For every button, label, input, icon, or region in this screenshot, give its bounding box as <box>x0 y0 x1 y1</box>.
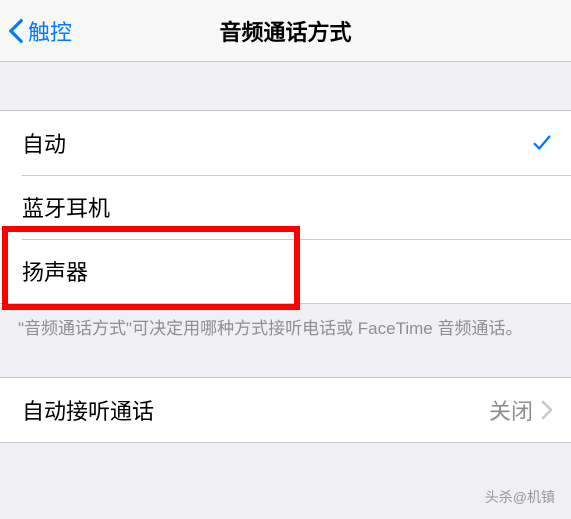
header-bar: 触控 音频通话方式 <box>0 0 571 62</box>
option-bluetooth[interactable]: 蓝牙耳机 <box>0 175 571 239</box>
option-label: 蓝牙耳机 <box>22 191 110 223</box>
checkmark-icon <box>531 132 553 154</box>
option-auto[interactable]: 自动 <box>0 111 571 175</box>
watermark-text: 头杀@机镇 <box>485 487 555 507</box>
audio-routing-section: 自动 蓝牙耳机 扬声器 <box>0 110 571 304</box>
row-value-group: 关闭 <box>489 394 553 426</box>
back-label: 触控 <box>28 15 72 47</box>
option-label: 扬声器 <box>22 255 88 287</box>
auto-answer-label: 自动接听通话 <box>22 394 154 426</box>
chevron-right-icon <box>541 400 553 420</box>
back-chevron-icon <box>8 18 24 44</box>
auto-answer-section: 自动接听通话 关闭 <box>0 377 571 443</box>
page-title: 音频通话方式 <box>219 15 351 47</box>
auto-answer-value: 关闭 <box>489 394 533 426</box>
auto-answer-row[interactable]: 自动接听通话 关闭 <box>0 378 571 442</box>
option-label: 自动 <box>22 127 66 159</box>
option-speaker[interactable]: 扬声器 <box>0 239 571 303</box>
section-description: "音频通话方式"可决定用哪种方式接听电话或 FaceTime 音频通话。 <box>0 304 571 339</box>
back-button[interactable]: 触控 <box>0 15 72 47</box>
